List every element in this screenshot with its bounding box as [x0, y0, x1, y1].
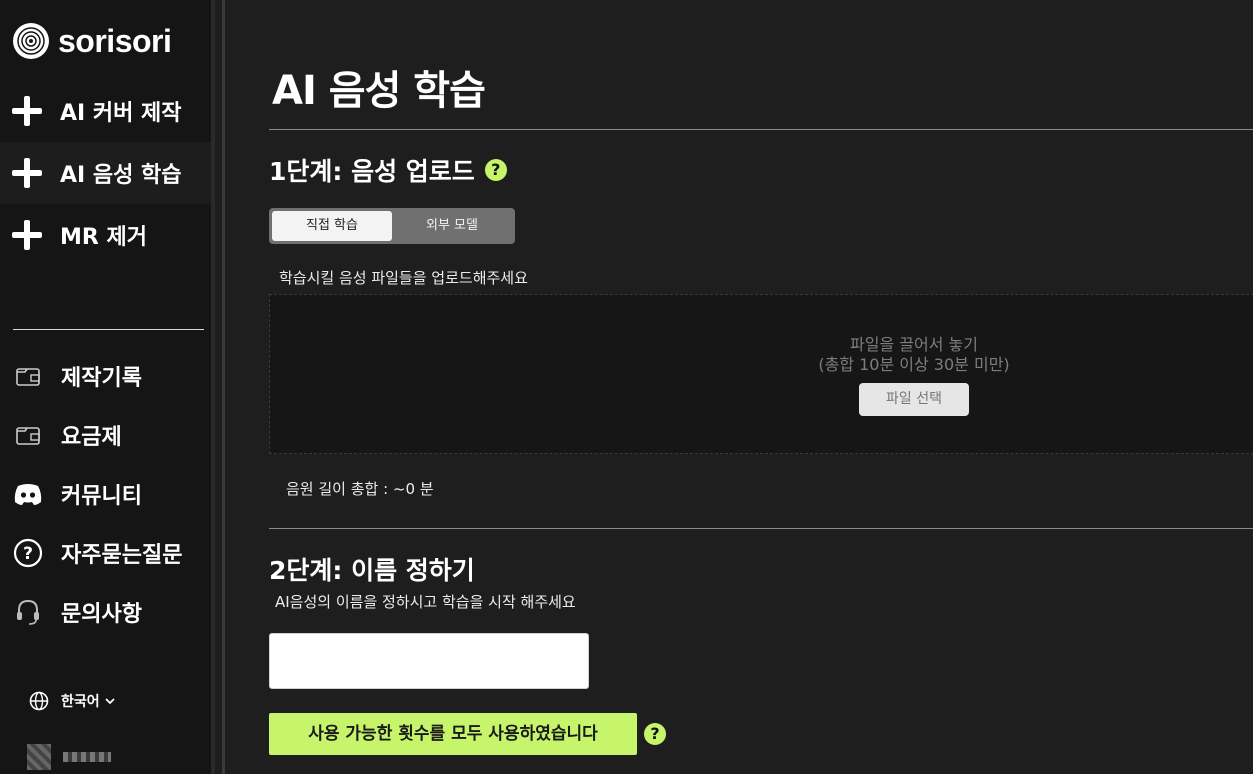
chevron-down-icon: [105, 698, 115, 705]
sidebar-item-contact[interactable]: 문의사항: [0, 582, 211, 641]
brand-name: sorisori: [58, 22, 172, 59]
sidebar-item-label: 문의사항: [61, 601, 142, 627]
main-nav: AI 커버 제작 AI 음성 학습 MR 제거: [0, 80, 211, 266]
nav-divider: [13, 329, 204, 330]
language-selector[interactable]: 한국어: [29, 691, 116, 711]
step2-title-text: 2단계: 이름 정하기: [269, 556, 475, 585]
total-length: 음원 길이 총합 : ~0 분: [286, 480, 434, 498]
sidebar-item-ai-cover[interactable]: AI 커버 제작: [0, 80, 211, 142]
svg-text:?: ?: [23, 544, 33, 564]
training-mode-toggle: 직접 학습 외부 모델: [269, 208, 515, 244]
folder-icon: [13, 361, 43, 391]
tab-external-model[interactable]: 외부 모델: [392, 211, 512, 241]
step1-title: 1단계: 음성 업로드 ?: [269, 152, 507, 188]
page-title: AI 음성 학습: [272, 68, 486, 114]
sidebar-item-label: 제작기록: [61, 365, 142, 391]
sidebar-item-mr-removal[interactable]: MR 제거: [0, 204, 211, 266]
brand-logo[interactable]: sorisori: [12, 22, 172, 60]
sidebar-separator: [211, 0, 215, 774]
sidebar-item-label: 커뮤니티: [61, 483, 142, 509]
discord-icon: [13, 479, 43, 509]
file-dropzone[interactable]: 파일을 끌어서 놓기 (총합 10분 이상 30분 미만) 파일 선택: [269, 294, 1253, 454]
start-training-button[interactable]: 사용 가능한 횟수를 모두 사용하였습니다: [269, 713, 637, 755]
sidebar-item-community[interactable]: 커뮤니티: [0, 464, 211, 523]
help-icon[interactable]: ?: [644, 723, 666, 745]
sidebar-item-label: MR 제거: [60, 225, 147, 250]
plus-icon: [12, 96, 42, 126]
avatar: [27, 744, 51, 770]
sidebar-item-history[interactable]: 제작기록: [0, 346, 211, 405]
language-label: 한국어: [61, 694, 100, 710]
secondary-nav: 제작기록 요금제 커뮤니티 ? 자주묻는질문 문의사항: [0, 346, 211, 641]
folder-icon: [13, 420, 43, 450]
sidebar-item-ai-voice-training[interactable]: AI 음성 학습: [0, 142, 211, 204]
step1-title-text: 1단계: 음성 업로드: [269, 157, 475, 186]
step2-description: AI음성의 이름을 정하시고 학습을 시작 해주세요: [275, 593, 576, 611]
plus-icon: [12, 220, 42, 250]
sidebar: sorisori AI 커버 제작 AI 음성 학습 MR 제거 제작기록 요금: [0, 0, 211, 774]
sidebar-item-label: AI 커버 제작: [60, 101, 182, 126]
upload-description: 학습시킬 음성 파일들을 업로드해주세요: [279, 269, 528, 287]
main-content: AI 음성 학습 1단계: 음성 업로드 ? 직접 학습 외부 모델 학습시킬 …: [225, 0, 1253, 774]
section-divider: [269, 129, 1253, 130]
user-profile[interactable]: [27, 744, 111, 770]
question-circle-icon: ?: [13, 538, 43, 568]
sidebar-item-pricing[interactable]: 요금제: [0, 405, 211, 464]
help-icon[interactable]: ?: [484, 159, 507, 181]
dropzone-limit: (총합 10분 이상 30분 미만): [818, 355, 1010, 374]
section-divider: [269, 528, 1253, 529]
voice-name-input[interactable]: [269, 633, 589, 689]
globe-icon: [29, 691, 49, 711]
disc-logo-icon: [13, 23, 49, 59]
tab-direct-training[interactable]: 직접 학습: [272, 211, 392, 241]
file-select-button[interactable]: 파일 선택: [859, 383, 969, 416]
plus-icon: [12, 158, 42, 188]
sidebar-item-label: 요금제: [61, 424, 122, 450]
sidebar-item-label: 자주묻는질문: [61, 542, 183, 568]
user-name-redacted: [63, 752, 111, 762]
headset-icon: [13, 597, 43, 627]
sidebar-item-faq[interactable]: ? 자주묻는질문: [0, 523, 211, 582]
sidebar-item-label: AI 음성 학습: [60, 163, 182, 188]
step2-title: 2단계: 이름 정하기: [269, 551, 475, 587]
